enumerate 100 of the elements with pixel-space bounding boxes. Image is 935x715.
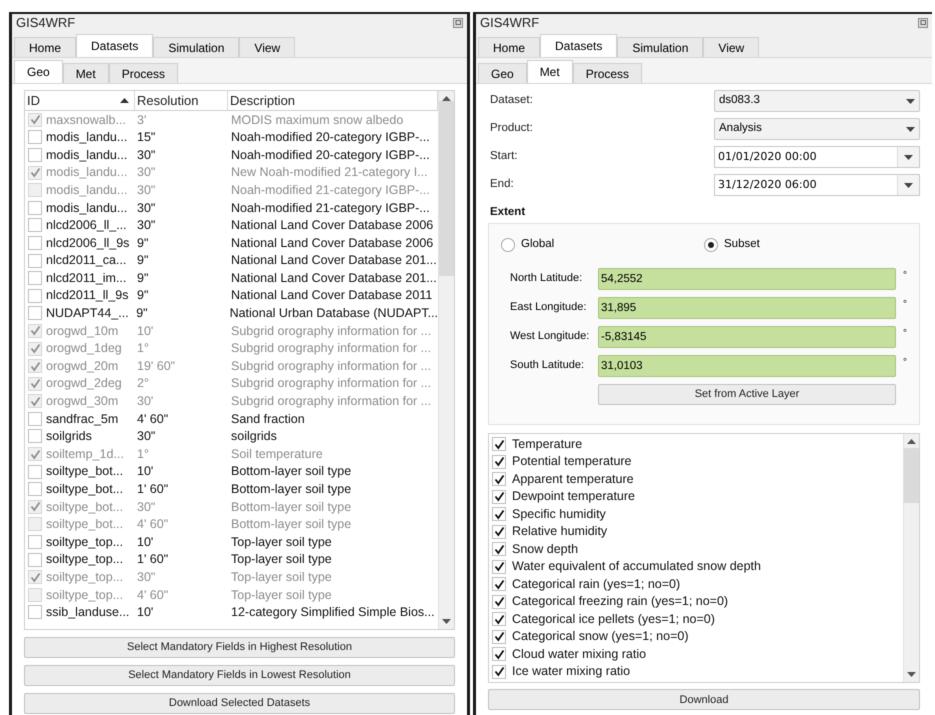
coordinate-field[interactable]: -5,83145 [598, 326, 896, 348]
column-header[interactable]: Resolution [135, 91, 228, 110]
checkbox[interactable] [28, 254, 42, 268]
column-header[interactable]: ID [25, 91, 135, 110]
scrollbar-thumb[interactable] [439, 101, 454, 276]
checkbox[interactable] [492, 630, 506, 644]
table-row[interactable]: nlcd2011_ll_9s 9" National Land Cover Database 2011 [25, 286, 438, 305]
table-cell: sandfrac_5m [46, 412, 118, 426]
tab[interactable]: Met [62, 63, 109, 83]
checkbox[interactable] [28, 535, 42, 550]
table-row[interactable]: ssib_landuse... 10' 12-category Simplified Simple Bios... [25, 604, 438, 622]
tab[interactable]: Geo [478, 63, 527, 83]
tab[interactable]: Home [14, 37, 76, 57]
checkbox[interactable] [28, 236, 42, 250]
caret-icon[interactable] [904, 182, 913, 188]
action-button[interactable]: Download Selected Datasets [24, 693, 455, 714]
table-row[interactable]: modis_landu... 30" Noah-modified 21-category IGBP-... [25, 198, 438, 217]
checkbox[interactable] [28, 288, 42, 303]
table-cell-text: 10' [136, 536, 154, 548]
coordinate-field[interactable]: 31,895 [598, 296, 896, 318]
table-row[interactable]: NUDAPT44_... 9" National Urban Database (NUDAPT... [25, 304, 438, 322]
checkbox[interactable] [28, 482, 42, 496]
action-button[interactable]: Select Mandatory Fields in Lowest Resolution [24, 665, 455, 686]
checkbox[interactable] [28, 552, 42, 567]
radio-button[interactable] [704, 238, 718, 252]
table-row[interactable]: soiltype_bot... 1' 60" Bottom-layer soil type [25, 480, 438, 498]
field-label: East Longitude: [510, 300, 588, 316]
tab[interactable]: Process [108, 63, 178, 83]
tab[interactable]: Home [478, 37, 540, 57]
checkbox[interactable] [492, 524, 506, 538]
checkmark-icon [494, 544, 504, 554]
table-row[interactable]: soiltype_top... 1' 60" Top-layer soil type [25, 550, 438, 568]
scrollbar-thumb[interactable] [904, 448, 919, 504]
download-button[interactable]: Download [488, 689, 920, 710]
dropdown[interactable]: ds083.3 [714, 90, 920, 112]
table-cell: maxsnowalb... [46, 114, 126, 126]
checkbox[interactable] [28, 429, 42, 444]
table-row[interactable]: nlcd2011_im... 9" National Land Cover Database 201... [25, 269, 438, 287]
field-label: North Latitude: [510, 271, 584, 286]
checkbox[interactable] [28, 218, 42, 232]
checkbox[interactable] [492, 437, 506, 451]
tab[interactable]: Datasets [76, 34, 154, 57]
checkbox[interactable] [28, 306, 42, 320]
checkbox[interactable] [492, 542, 506, 556]
undock-icon[interactable] [453, 18, 463, 28]
checkbox[interactable] [28, 464, 42, 479]
radio-button[interactable] [501, 238, 515, 252]
checkbox[interactable] [28, 148, 42, 162]
coordinate-field[interactable]: 54,2552 [598, 268, 896, 290]
checkbox[interactable] [492, 472, 506, 486]
tab[interactable]: Simulation [617, 37, 704, 57]
checkbox[interactable] [28, 130, 42, 144]
table-cell-text: 10' [136, 465, 154, 478]
tab[interactable]: Geo [14, 60, 63, 83]
tab[interactable]: Process [572, 63, 642, 83]
variable-label: Categorical ice pellets (yes=1; no=0) [512, 610, 715, 628]
undock-icon[interactable] [918, 18, 928, 28]
coordinate-field[interactable]: 31,0103 [598, 354, 896, 376]
checkbox[interactable] [492, 560, 506, 574]
date-time-field[interactable]: 01/01/2020 00:00 [714, 146, 920, 168]
tab[interactable]: Simulation [153, 37, 240, 57]
table-row[interactable]: nlcd2011_ca... 9" National Land Cover Database 201... [25, 252, 438, 270]
checkbox[interactable] [492, 577, 506, 591]
table-row[interactable]: modis_landu... 15" Noah-modified 20-category IGBP-... [25, 128, 438, 146]
caret-icon[interactable] [904, 154, 913, 160]
table-row[interactable]: soilgrids 30" soilgrids [25, 428, 438, 446]
checkbox[interactable] [492, 612, 506, 626]
checkbox[interactable] [492, 647, 506, 661]
tab[interactable]: View [239, 37, 296, 57]
table-row[interactable]: sandfrac_5m 4' 60" Sand fraction [25, 410, 438, 428]
dropdown[interactable]: Analysis [714, 118, 920, 140]
action-button[interactable]: Select Mandatory Fields in Highest Resolution [24, 637, 455, 658]
checkbox[interactable] [28, 605, 42, 620]
set-layer-button[interactable]: Set from Active Layer [598, 384, 896, 404]
table-row[interactable]: nlcd2006_ll_9s 9" National Land Cover Database 2006 [25, 234, 438, 252]
checkbox[interactable] [492, 594, 506, 608]
table-row[interactable]: nlcd2006_ll_... 30" National Land Cover Database 2006 [25, 216, 438, 234]
tab[interactable]: Datasets [540, 34, 618, 57]
checkbox[interactable] [28, 412, 42, 426]
checkbox[interactable] [492, 664, 506, 678]
checkbox[interactable] [28, 271, 42, 286]
tab[interactable]: View [703, 37, 760, 57]
variable-label: Temperature [512, 436, 582, 453]
variable-label: Specific humidity [512, 506, 606, 523]
scroll-up-icon[interactable] [907, 438, 916, 444]
scrollbar[interactable] [903, 434, 919, 682]
scrollbar[interactable] [438, 91, 454, 629]
checkbox[interactable] [492, 507, 506, 521]
scroll-down-icon[interactable] [442, 619, 451, 625]
date-time-field[interactable]: 31/12/2020 06:00 [714, 174, 920, 196]
table-row[interactable]: soiltype_top... 10' Top-layer soil type [25, 533, 438, 551]
scroll-down-icon[interactable] [907, 672, 916, 678]
tab[interactable]: Met [526, 60, 573, 83]
table-row[interactable]: soiltype_bot... 10' Bottom-layer soil type [25, 462, 438, 480]
table-cell: modis_landu... [46, 202, 128, 214]
table-cell: orogwd_2deg [46, 377, 122, 390]
checkbox[interactable] [492, 490, 506, 504]
checkbox[interactable] [28, 200, 42, 215]
table-row[interactable]: modis_landu... 30" Noah-modified 20-category IGBP-... [25, 146, 438, 164]
checkbox[interactable] [492, 454, 506, 468]
